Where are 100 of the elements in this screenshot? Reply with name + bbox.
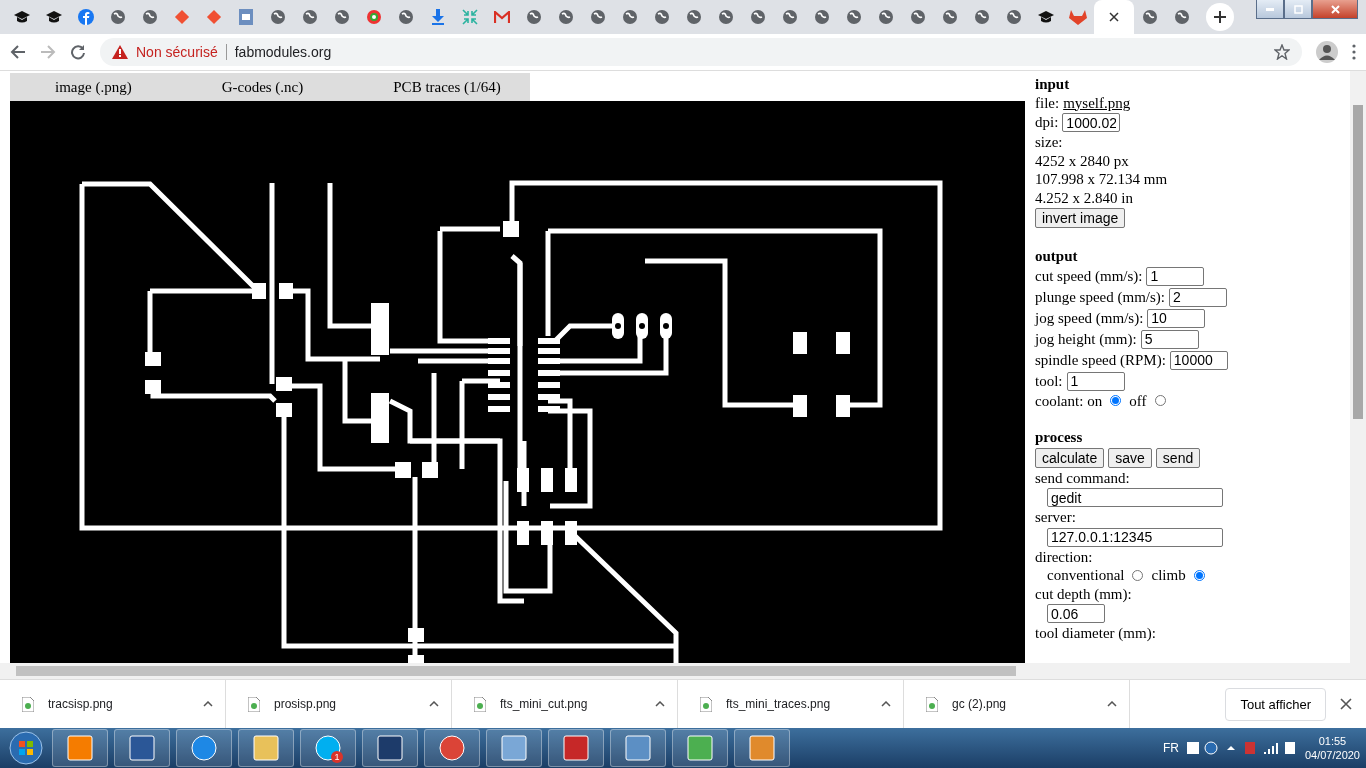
field-label: send command: <box>1035 468 1131 487</box>
compress-arrows-icon <box>462 9 478 25</box>
globe-icon <box>270 9 286 25</box>
warning-icon <box>112 45 128 59</box>
dpi-input[interactable]: 1000.02 <box>1062 113 1121 132</box>
globe-icon <box>654 9 670 25</box>
security-warning: Non sécurisé <box>136 44 218 60</box>
graduation-cap-icon <box>46 10 62 24</box>
field-label: size: <box>1035 133 1064 152</box>
field-label: file: <box>1035 93 1060 112</box>
globe-icon <box>782 9 798 25</box>
field-label: plunge speed (mm/s): <box>1035 287 1165 307</box>
globe-icon <box>590 9 606 25</box>
size-text: 107.998 x 72.134 mm <box>1035 170 1169 189</box>
file-icon <box>926 696 938 712</box>
minimize-button[interactable] <box>1256 0 1284 19</box>
number-input[interactable]: 1 <box>1146 266 1205 286</box>
language-indicator[interactable]: FR <box>1162 741 1179 755</box>
number-input[interactable]: 10000 <box>1169 350 1228 370</box>
globe-icon <box>398 9 414 25</box>
caret-icon[interactable] <box>1107 701 1117 707</box>
number-input[interactable]: 2 <box>1169 287 1227 307</box>
taskbar-app[interactable] <box>610 729 666 767</box>
taskbar-app[interactable] <box>548 729 604 767</box>
file-icon <box>248 696 260 712</box>
action-button[interactable]: send <box>1155 447 1201 468</box>
server-input[interactable]: 127.0.0.1:12345 <box>1047 527 1223 547</box>
minimize-icon <box>1266 7 1274 11</box>
download-icon <box>431 9 445 25</box>
globe-icon <box>558 9 574 25</box>
colorful-circle-icon <box>366 9 382 25</box>
taskbar-app[interactable] <box>176 729 232 767</box>
invert-image-button[interactable]: invert image <box>1035 208 1126 228</box>
action-button[interactable]: save <box>1108 447 1152 468</box>
close-icon[interactable] <box>1340 698 1352 710</box>
cut-depth-input[interactable]: 0.06 <box>1047 604 1105 623</box>
radio-label: off <box>1129 391 1147 410</box>
field-label: tool: <box>1035 371 1063 391</box>
taskbar-app[interactable] <box>734 729 790 767</box>
number-input[interactable]: 5 <box>1140 329 1199 349</box>
url-text: fabmodules.org <box>225 44 332 60</box>
globe-icon <box>942 9 958 25</box>
field-label: server: <box>1035 508 1077 527</box>
taskbar-app[interactable] <box>52 729 108 767</box>
field-label: cut speed (mm/s): <box>1035 266 1143 286</box>
globe-icon <box>718 9 734 25</box>
globe-icon <box>1174 9 1190 25</box>
close-icon[interactable] <box>1109 12 1119 22</box>
field-label: coolant: <box>1035 391 1084 410</box>
caret-icon[interactable] <box>429 701 439 707</box>
graduation-cap-icon <box>14 10 30 24</box>
address-bar[interactable]: Non sécurisé fabmodules.org <box>100 38 1302 66</box>
close-window-button[interactable] <box>1312 0 1358 19</box>
globe-icon <box>1006 9 1022 25</box>
taskbar-app[interactable] <box>486 729 542 767</box>
back-arrow-icon[interactable] <box>10 44 26 60</box>
section-heading: input <box>1035 75 1071 94</box>
caret-icon[interactable] <box>203 701 213 707</box>
clock-date: 04/07/2020 <box>1304 748 1360 762</box>
globe-icon <box>622 9 638 25</box>
taskbar-app[interactable] <box>238 729 294 767</box>
menu-icon[interactable] <box>1352 44 1356 60</box>
number-input[interactable]: 10 <box>1147 308 1206 328</box>
radio-label: climb <box>1151 566 1186 585</box>
page-tab-link[interactable]: G-codes (.nc) <box>176 78 349 96</box>
taskbar-app[interactable] <box>424 729 480 767</box>
globe-icon <box>1142 9 1158 25</box>
start-button-icon[interactable] <box>6 730 46 766</box>
globe-icon <box>526 9 542 25</box>
taskbar-app[interactable] <box>672 729 728 767</box>
reload-icon[interactable] <box>70 44 86 60</box>
tray-icons-drawing[interactable] <box>1186 740 1297 756</box>
fox-icon <box>1069 9 1087 25</box>
show-all-button[interactable]: Tout afficher <box>1225 687 1326 721</box>
radio-label: on <box>1087 391 1103 410</box>
avatar-icon[interactable] <box>1316 41 1338 63</box>
number-input[interactable]: 1 <box>1066 371 1125 391</box>
caret-icon[interactable] <box>655 701 665 707</box>
file-name: myself.png <box>1063 93 1131 112</box>
vertical-scrollbar[interactable] <box>1350 71 1366 679</box>
horizontal-scrollbar[interactable] <box>0 663 1350 679</box>
file-icon <box>474 696 486 712</box>
taskbar-app[interactable]: 1 <box>300 729 356 767</box>
taskbar-app[interactable] <box>362 729 418 767</box>
globe-icon <box>750 9 766 25</box>
new-tab-button[interactable] <box>1206 3 1234 31</box>
globe-icon <box>910 9 926 25</box>
command-input[interactable]: gedit <box>1047 488 1223 507</box>
field-label: spindle speed (RPM): <box>1035 350 1166 370</box>
mail-icon <box>494 11 510 23</box>
globe-icon <box>686 9 702 25</box>
caret-icon[interactable] <box>881 701 891 707</box>
page-tab-link[interactable]: image (.png) <box>10 78 177 96</box>
size-text: 4.252 x 2.840 in <box>1035 188 1134 207</box>
globe-icon <box>878 9 894 25</box>
action-button[interactable]: calculate <box>1035 447 1105 468</box>
maximize-button[interactable] <box>1284 0 1312 19</box>
taskbar-app[interactable] <box>114 729 170 767</box>
page-tab-link[interactable]: PCB traces (1/64) <box>348 78 546 96</box>
star-icon[interactable] <box>1274 44 1290 60</box>
